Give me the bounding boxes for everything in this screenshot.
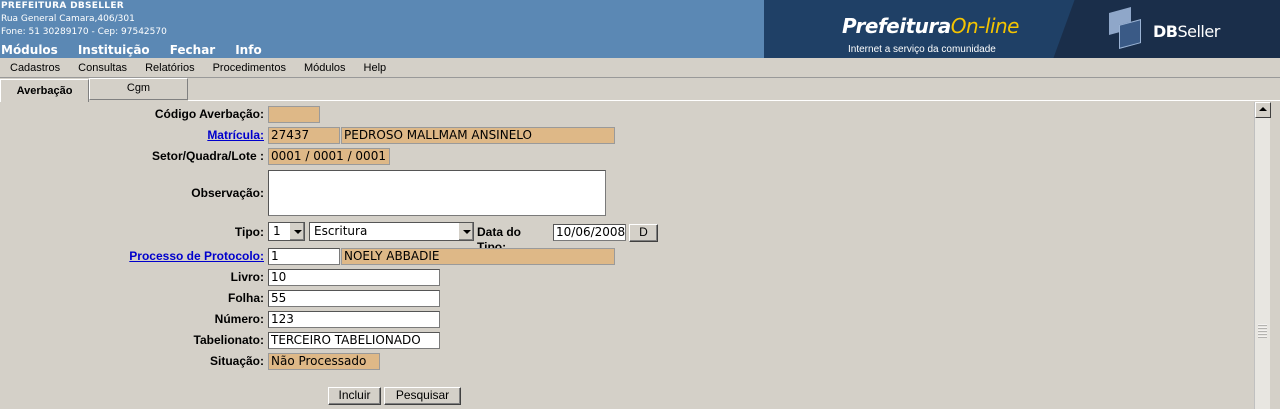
livro-label: Livro: xyxy=(230,270,264,284)
org-phone: Fone: 51 30289170 - Cep: 97542570 xyxy=(1,27,167,37)
scroll-grip-icon xyxy=(1258,324,1267,338)
observacao-label: Observação: xyxy=(191,186,264,200)
menu-procedimentos[interactable]: Procedimentos xyxy=(213,62,286,74)
dbseller-logo-icon xyxy=(1109,7,1143,49)
tipo-code-select[interactable]: 1 xyxy=(268,222,305,241)
top-menu-modulos[interactable]: Módulos xyxy=(1,43,58,58)
dbseller-logo: DBSeller xyxy=(1153,22,1220,41)
tabelionato-label: Tabelionato: xyxy=(193,333,264,347)
numero-label: Número: xyxy=(214,312,264,326)
brand-banner: PrefeituraOn-line Internet a serviço da … xyxy=(764,0,1280,58)
org-address: Rua General Camara,406/301 xyxy=(1,14,135,24)
org-info: PREFEITURA DBSELLER Rua General Camara,4… xyxy=(1,0,167,39)
processo-field[interactable]: 1 xyxy=(268,248,340,265)
numero-field[interactable]: 123 xyxy=(268,311,440,328)
setor-field: 0001 / 0001 / 0001 xyxy=(268,148,390,165)
codigo-label: Código Averbação: xyxy=(154,107,264,121)
prefeitura-online-logo: PrefeituraOn-line xyxy=(842,14,1019,38)
menu-modulos[interactable]: Módulos xyxy=(304,62,346,74)
situacao-field: Não Processado xyxy=(268,353,380,370)
vertical-scrollbar[interactable] xyxy=(1254,102,1271,409)
tabelionato-field[interactable]: TERCEIRO TABELIONADO xyxy=(268,332,440,349)
folha-field[interactable]: 55 xyxy=(268,290,440,307)
observacao-textarea[interactable] xyxy=(268,170,606,216)
tab-strip: Averbação Cgm xyxy=(0,78,1280,102)
tab-averbacao[interactable]: Averbação xyxy=(0,79,89,102)
processo-link[interactable]: Processo de Protocolo: xyxy=(4,249,264,264)
menu-help[interactable]: Help xyxy=(364,62,387,74)
top-menu-info[interactable]: Info xyxy=(235,43,261,58)
org-name: PREFEITURA DBSELLER xyxy=(1,1,125,11)
date-picker-button[interactable]: D xyxy=(629,224,658,242)
tipo-desc-select[interactable]: Escritura xyxy=(309,222,474,241)
tipo-label: Tipo: xyxy=(234,225,264,239)
menu-relatorios[interactable]: Relatórios xyxy=(145,62,195,74)
menu-cadastros[interactable]: Cadastros xyxy=(10,62,60,74)
codigo-field xyxy=(268,106,320,123)
folha-label: Folha: xyxy=(228,291,264,305)
app-header: PREFEITURA DBSELLER Rua General Camara,4… xyxy=(0,0,1280,58)
menu-consultas[interactable]: Consultas xyxy=(78,62,127,74)
data-tipo-field[interactable]: 10/06/2008 xyxy=(553,224,626,241)
matricula-field[interactable]: 27437 xyxy=(268,127,340,144)
menu-bar: Cadastros Consultas Relatórios Procedime… xyxy=(0,58,1280,78)
pesquisar-button[interactable]: Pesquisar xyxy=(384,387,461,405)
brand-tagline: Internet a serviço da comunidade xyxy=(848,44,996,55)
matricula-name-field: PEDROSO MALLMAM ANSINELO xyxy=(341,127,615,144)
chevron-down-icon xyxy=(289,223,304,240)
top-menu-instituicao[interactable]: Instituição xyxy=(78,43,150,58)
situacao-label: Situação: xyxy=(209,354,264,368)
scroll-up-arrow-icon[interactable] xyxy=(1255,102,1271,118)
livro-field[interactable]: 10 xyxy=(268,269,440,286)
matricula-link[interactable]: Matrícula: xyxy=(4,128,264,143)
processo-name-field: NOELY ABBADIE xyxy=(341,248,615,265)
tab-cgm[interactable]: Cgm xyxy=(89,78,188,100)
incluir-button[interactable]: Incluir xyxy=(328,387,381,405)
top-menu-fechar[interactable]: Fechar xyxy=(170,43,216,58)
chevron-down-icon xyxy=(458,223,473,240)
top-menu: Módulos Instituição Fechar Info xyxy=(0,43,282,58)
setor-label: Setor/Quadra/Lote : xyxy=(151,149,264,163)
